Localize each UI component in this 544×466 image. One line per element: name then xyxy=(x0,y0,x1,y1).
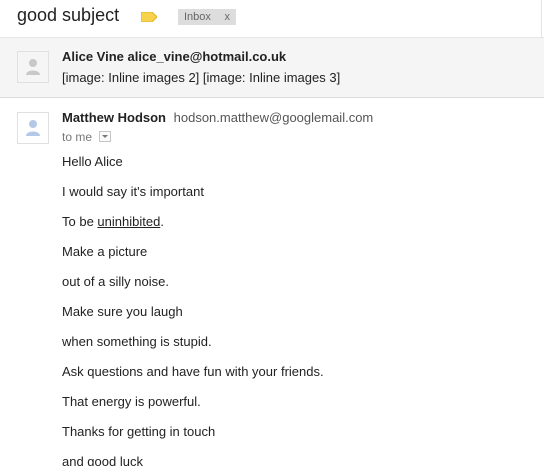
collapsed-message[interactable]: Alice Vine alice_vine@hotmail.co.uk [ima… xyxy=(0,37,544,98)
body-line: and good luck xyxy=(62,454,143,466)
label-chip-text: Inbox xyxy=(184,11,211,23)
thread-subject: good subject xyxy=(17,5,120,25)
body-line: I would say it's important xyxy=(62,184,204,199)
sender-name: Alice Vine xyxy=(62,49,124,64)
sender-line: Matthew Hodson hodson.matthew@googlemail… xyxy=(62,110,373,125)
important-marker-icon[interactable] xyxy=(141,12,157,22)
body-line: out of a silly noise. xyxy=(62,274,169,289)
sender-name[interactable]: Matthew Hodson xyxy=(62,110,166,125)
body-line: To be uninhibited. xyxy=(62,214,164,229)
message-snippet: [image: Inline images 2] [image: Inline … xyxy=(62,70,341,85)
sender-email: hodson.matthew@googlemail.com xyxy=(173,110,374,125)
body-line: That energy is powerful. xyxy=(62,394,201,409)
divider xyxy=(541,0,542,37)
remove-label-button[interactable]: x xyxy=(225,9,231,25)
label-chip-inbox: Inbox x xyxy=(178,9,236,25)
sender-line: Alice Vine alice_vine@hotmail.co.uk xyxy=(62,49,286,64)
body-line: Make a picture xyxy=(62,244,148,259)
body-line: when something is stupid. xyxy=(62,334,212,349)
body-line: Thanks for getting in touch xyxy=(62,424,216,439)
sender-email: alice_vine@hotmail.co.uk xyxy=(127,49,287,64)
avatar xyxy=(17,51,49,83)
expanded-message: Matthew Hodson hodson.matthew@googlemail… xyxy=(0,98,544,466)
recipient-text: to me xyxy=(62,130,93,144)
body-line: Make sure you laugh xyxy=(62,304,183,319)
avatar xyxy=(17,112,49,144)
thread-header: good subject Inbox x xyxy=(0,0,544,37)
person-icon xyxy=(26,120,40,136)
recipient-line: to me xyxy=(62,130,112,144)
body-line: Hello Alice xyxy=(62,154,123,169)
email-thread-view: good subject Inbox x Alice Vine alice_vi… xyxy=(0,0,544,466)
underlined-word: uninhibited xyxy=(97,214,161,229)
person-icon xyxy=(26,59,40,75)
show-details-dropdown[interactable] xyxy=(99,131,112,143)
body-line: Ask questions and have fun with your fri… xyxy=(62,364,324,379)
